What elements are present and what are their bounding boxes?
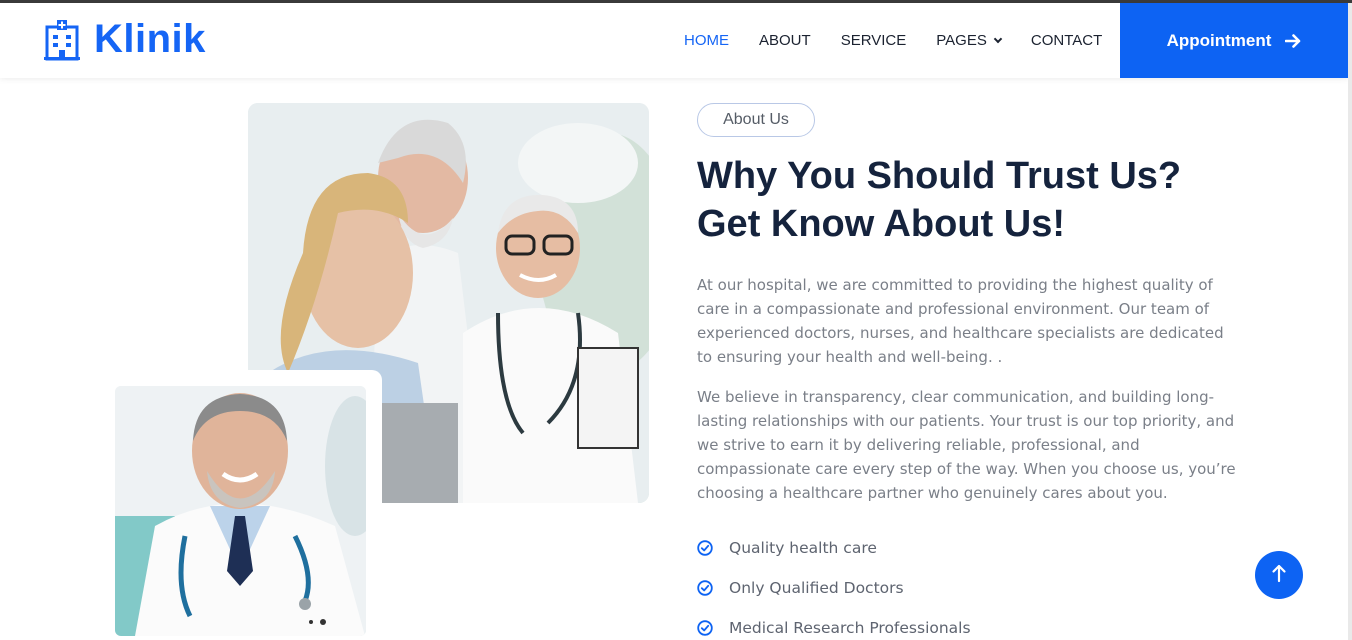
about-paragraph-1: At our hospital, we are committed to pro… [697, 276, 1224, 366]
nav-about-label: ABOUT [759, 32, 811, 49]
appointment-label: Appointment [1166, 30, 1272, 50]
hospital-building-icon [44, 19, 80, 61]
feature-label: Medical Research Professionals [729, 619, 971, 637]
check-circle-icon [697, 580, 713, 596]
smiling-doctor-photo [115, 386, 366, 636]
check-circle-icon [697, 540, 713, 556]
page-title: Why You Should Trust Us? Get Know About … [697, 152, 1317, 248]
nav-pages[interactable]: PAGES [936, 32, 1003, 49]
check-circle-icon [697, 620, 713, 636]
feature-label: Only Qualified Doctors [729, 579, 904, 597]
brand-name: Klinik [94, 17, 206, 61]
about-paragraph-2: We believe in transparency, clear commun… [697, 388, 1236, 502]
nav-home[interactable]: HOME [684, 32, 729, 49]
appointment-button[interactable]: Appointment [1120, 3, 1348, 78]
title-line-1: Why You Should Trust Us? [697, 155, 1182, 197]
arrow-up-icon [1271, 563, 1287, 588]
back-to-top-button[interactable] [1255, 551, 1303, 599]
feature-item: Only Qualified Doctors [697, 568, 971, 608]
nav-pages-label: PAGES [936, 32, 987, 49]
brand-logo[interactable]: Klinik [44, 17, 206, 62]
main-nav: HOME ABOUT SERVICE PAGES CONTACT [684, 3, 1132, 78]
feature-label: Quality health care [729, 539, 877, 557]
nav-home-label: HOME [684, 32, 729, 49]
nav-contact[interactable]: CONTACT [1031, 32, 1102, 49]
feature-item: Quality health care [697, 528, 971, 568]
arrow-right-icon [1285, 33, 1301, 48]
nav-service[interactable]: SERVICE [841, 32, 907, 49]
nav-contact-label: CONTACT [1030, 32, 1103, 49]
about-us-badge: About Us [697, 103, 815, 137]
chevron-down-icon [993, 34, 1003, 44]
title-line-2: Get Know About Us! [697, 203, 1065, 245]
nav-service-label: SERVICE [840, 32, 907, 49]
feature-list: Quality health care Only Qualified Docto… [697, 528, 971, 640]
navbar: Klinik HOME ABOUT SERVICE PAGES CONTACT … [0, 3, 1348, 78]
page-scrollbar[interactable] [1348, 3, 1352, 640]
nav-about[interactable]: ABOUT [759, 32, 811, 49]
feature-item: Medical Research Professionals [697, 608, 971, 640]
